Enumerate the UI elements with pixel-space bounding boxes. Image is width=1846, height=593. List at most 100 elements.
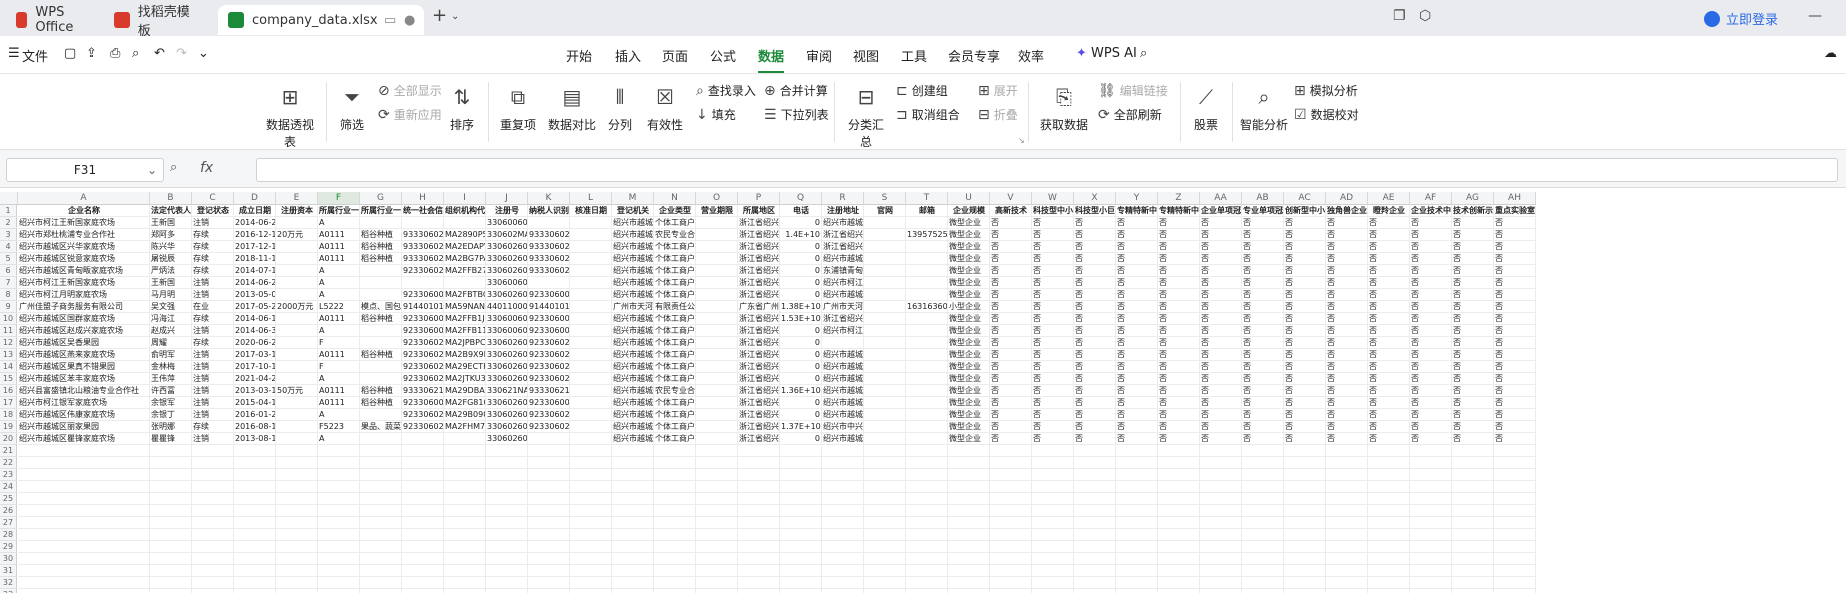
table-cell[interactable]: 存续 (192, 337, 234, 349)
table-cell[interactable] (1200, 541, 1242, 553)
table-cell[interactable] (906, 541, 948, 553)
table-cell[interactable]: 否 (1284, 217, 1326, 229)
table-cell[interactable] (1074, 553, 1116, 565)
table-cell[interactable] (234, 505, 276, 517)
table-cell[interactable] (948, 565, 990, 577)
table-cell[interactable]: 0 (780, 349, 822, 361)
table-cell[interactable]: 否 (1116, 229, 1158, 241)
table-cell[interactable] (1242, 469, 1284, 481)
table-cell[interactable]: 否 (990, 241, 1032, 253)
lookup-button[interactable]: ⌕ 查找录入 (696, 82, 756, 99)
header-cell[interactable]: 企业技术中 (1410, 205, 1452, 217)
table-cell[interactable]: 33060060288 (486, 277, 528, 289)
table-cell[interactable] (1284, 481, 1326, 493)
table-cell[interactable] (360, 505, 402, 517)
row-header[interactable]: 20 (0, 433, 17, 445)
more-chevron-icon[interactable]: ⌄ (198, 46, 209, 61)
table-cell[interactable] (1326, 493, 1368, 505)
table-cell[interactable]: 否 (1326, 373, 1368, 385)
table-cell[interactable]: 绍兴市越城 (612, 265, 654, 277)
table-cell[interactable] (318, 565, 360, 577)
table-cell[interactable] (1452, 553, 1494, 565)
table-cell[interactable]: 否 (990, 217, 1032, 229)
header-cell[interactable]: 高新技术 (990, 205, 1032, 217)
menu-page[interactable]: 页面 (662, 46, 688, 65)
table-cell[interactable]: 330602609781 (486, 337, 528, 349)
table-cell[interactable]: A (318, 433, 360, 445)
table-cell[interactable] (612, 553, 654, 565)
table-cell[interactable] (612, 565, 654, 577)
table-cell[interactable]: 否 (1158, 301, 1200, 313)
tab-company-data[interactable]: company_data.xlsx ▭ ● (218, 5, 424, 35)
column-header[interactable]: I (444, 192, 486, 205)
table-cell[interactable] (1074, 541, 1116, 553)
table-cell[interactable] (1368, 469, 1410, 481)
table-cell[interactable]: 否 (1368, 277, 1410, 289)
table-cell[interactable]: 微型企业 (948, 325, 990, 337)
table-cell[interactable] (738, 553, 780, 565)
table-cell[interactable]: 注销 (192, 409, 234, 421)
table-cell[interactable] (360, 289, 402, 301)
hamburger-icon[interactable]: ☰ (8, 46, 20, 61)
table-cell[interactable] (864, 517, 906, 529)
table-cell[interactable]: 农民专业合作社 (654, 229, 696, 241)
table-cell[interactable] (696, 541, 738, 553)
table-cell[interactable]: 东浦镇青甸 (822, 265, 864, 277)
table-cell[interactable] (1200, 589, 1242, 593)
table-cell[interactable]: 绍兴市越城区青甸畈家庭农场 (18, 265, 150, 277)
table-cell[interactable] (654, 529, 696, 541)
table-cell[interactable] (276, 361, 318, 373)
table-cell[interactable]: 否 (1200, 313, 1242, 325)
table-cell[interactable] (1116, 565, 1158, 577)
table-cell[interactable]: A0111 (318, 385, 360, 397)
row-header[interactable]: 11 (0, 325, 17, 337)
table-cell[interactable] (276, 553, 318, 565)
table-cell[interactable]: 1.4E+10 (780, 229, 822, 241)
table-cell[interactable] (1032, 541, 1074, 553)
table-cell[interactable]: 否 (1200, 337, 1242, 349)
table-cell[interactable] (570, 565, 612, 577)
table-cell[interactable]: 93330602MA (402, 241, 444, 253)
table-cell[interactable] (906, 277, 948, 289)
table-cell[interactable] (948, 553, 990, 565)
row-header[interactable]: 26 (0, 505, 17, 517)
table-cell[interactable] (1410, 457, 1452, 469)
table-cell[interactable]: 13957525894 (906, 229, 948, 241)
table-cell[interactable]: 浙江省绍兴 (738, 397, 780, 409)
table-cell[interactable]: 否 (1494, 373, 1536, 385)
menu-view[interactable]: 视图 (853, 46, 879, 65)
table-cell[interactable]: 否 (1200, 385, 1242, 397)
table-cell[interactable] (948, 517, 990, 529)
table-cell[interactable] (1326, 445, 1368, 457)
table-cell[interactable]: 个体工商户 (654, 409, 696, 421)
table-cell[interactable]: 绍兴市柯江 (822, 325, 864, 337)
table-cell[interactable] (990, 505, 1032, 517)
cube-icon[interactable]: ⬡ (1419, 8, 1431, 24)
table-cell[interactable] (1158, 493, 1200, 505)
table-cell[interactable] (864, 265, 906, 277)
table-cell[interactable] (570, 517, 612, 529)
table-cell[interactable]: 存续 (192, 229, 234, 241)
table-cell[interactable] (402, 445, 444, 457)
table-cell[interactable]: 注销 (192, 349, 234, 361)
collapse-button[interactable]: ⊟ 折叠 (978, 106, 1018, 123)
table-cell[interactable]: 绍兴县富盛镇北山粮油专业合作社 (18, 385, 150, 397)
table-cell[interactable]: 否 (1284, 229, 1326, 241)
table-cell[interactable] (906, 577, 948, 589)
table-cell[interactable]: 屠锐辰 (150, 253, 192, 265)
table-cell[interactable]: 否 (1452, 277, 1494, 289)
menu-review[interactable]: 审阅 (806, 46, 832, 65)
table-cell[interactable] (360, 529, 402, 541)
column-header[interactable]: U (948, 192, 990, 205)
header-cell[interactable]: 企业单项冠 (1200, 205, 1242, 217)
table-cell[interactable] (696, 289, 738, 301)
table-cell[interactable] (906, 589, 948, 593)
table-cell[interactable]: 2017-05-26 (234, 301, 276, 313)
table-cell[interactable] (1116, 493, 1158, 505)
table-cell[interactable]: L5222 (318, 301, 360, 313)
table-cell[interactable]: 否 (1452, 253, 1494, 265)
header-cell[interactable]: 专精特新中 (1158, 205, 1200, 217)
table-cell[interactable]: 否 (1242, 421, 1284, 433)
table-cell[interactable]: 绍兴市越城 (612, 397, 654, 409)
table-cell[interactable] (696, 409, 738, 421)
